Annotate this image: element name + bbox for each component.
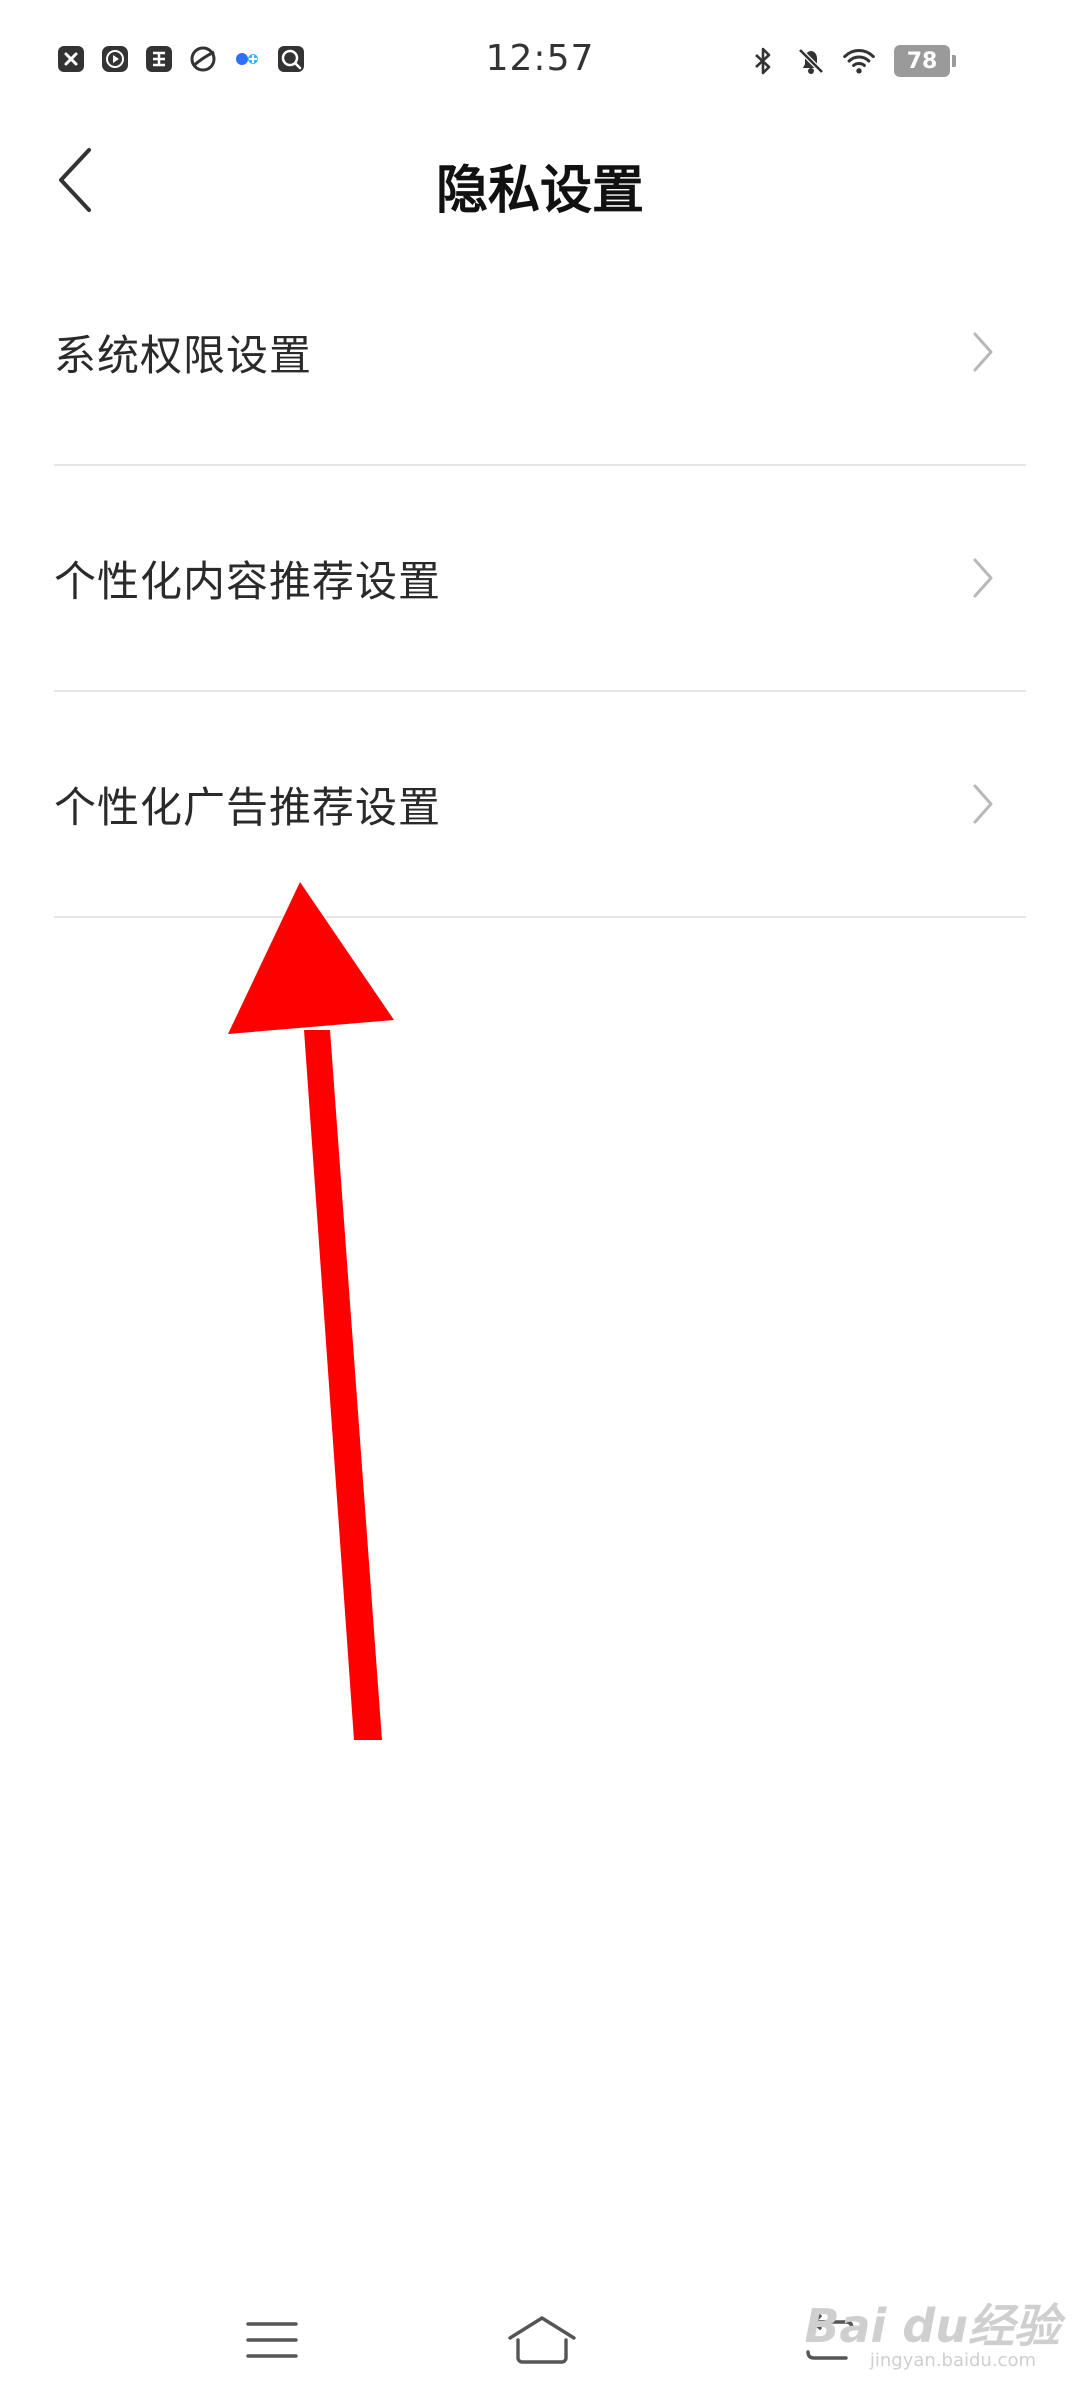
status-bar: 12:57 78: [0, 0, 1080, 120]
watermark-logo: Bai du经验: [804, 2299, 1060, 2353]
mute-bell-icon: [794, 44, 828, 78]
title-bar: 隐私设置: [0, 120, 1080, 240]
settings-item-personalized-ads[interactable]: 个性化广告推荐设置: [54, 692, 1026, 918]
settings-item-label: 个性化内容推荐设置: [54, 556, 442, 606]
settings-list: 系统权限设置 个性化内容推荐设置 个性化广告推荐设置: [54, 240, 1026, 918]
menu-icon: [246, 2322, 298, 2358]
chevron-right-icon: [966, 554, 1000, 602]
settings-item-system-permissions[interactable]: 系统权限设置: [54, 240, 1026, 466]
system-icons: 78: [732, 44, 956, 78]
battery-indicator: 78: [894, 45, 956, 77]
watermark-url: jingyan.baidu.com: [869, 2350, 1036, 2371]
page-title: 隐私设置: [435, 161, 644, 221]
screen: 12:57 78 隐私设置 系统权限设置 个性化内容推荐设置 个性化广告推荐设置…: [0, 0, 1080, 2400]
chevron-right-icon: [966, 328, 1000, 376]
settings-item-label: 系统权限设置: [54, 330, 313, 380]
bluetooth-icon: [746, 44, 780, 78]
home-icon: [508, 2316, 576, 2364]
settings-item-label: 个性化广告推荐设置: [54, 782, 442, 832]
settings-item-personalized-content[interactable]: 个性化内容推荐设置: [54, 466, 1026, 692]
battery-level: 78: [906, 48, 938, 74]
wifi-icon: [842, 44, 876, 78]
menu-button[interactable]: [232, 2300, 312, 2380]
home-button[interactable]: [502, 2300, 582, 2380]
chevron-right-icon: [966, 780, 1000, 828]
